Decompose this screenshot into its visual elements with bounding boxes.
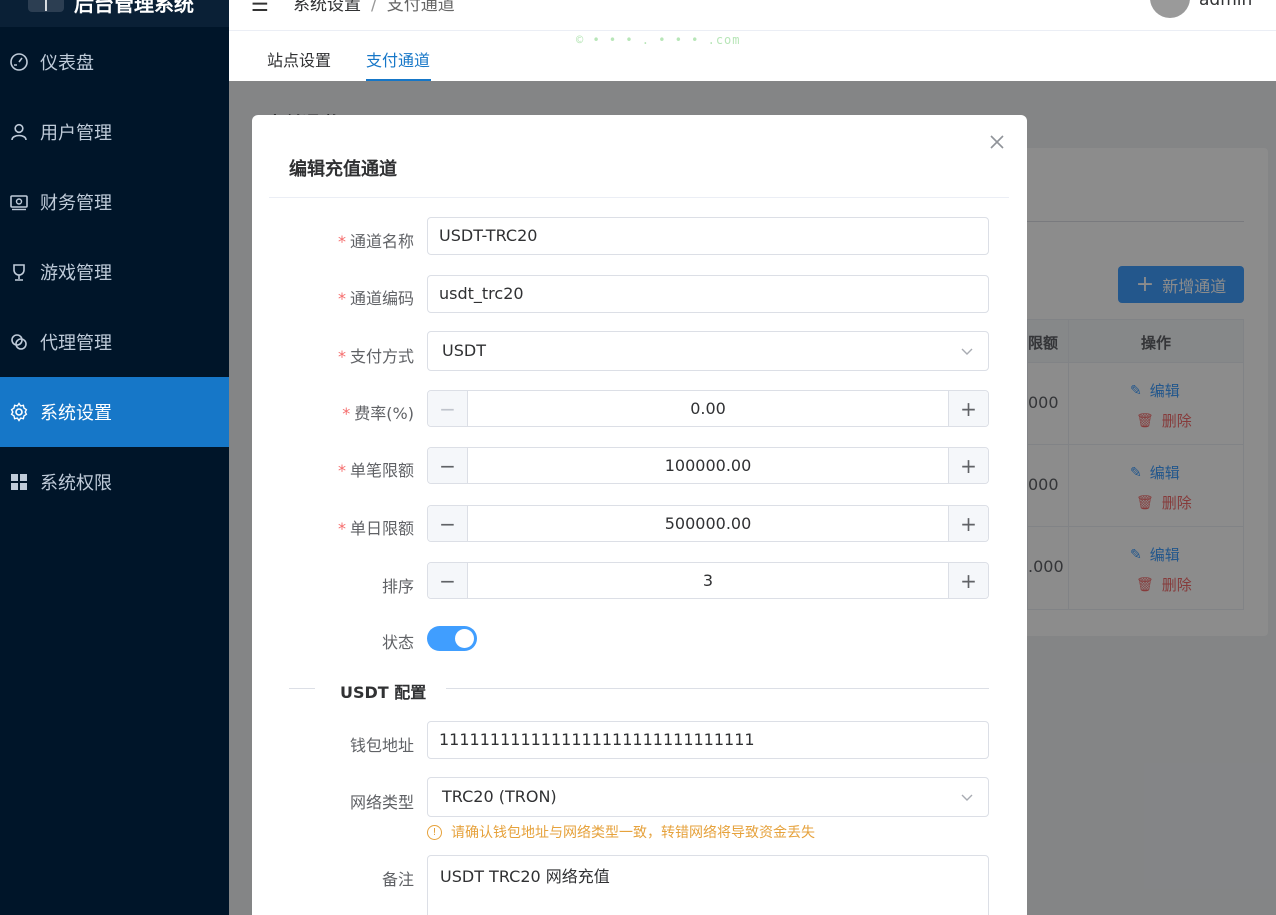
gear-icon [8, 401, 30, 423]
channel-name-input[interactable]: USDT-TRC20 [427, 217, 989, 255]
sort-value[interactable]: 3 [468, 563, 948, 598]
close-icon[interactable] [988, 133, 1006, 151]
sort-label: 排序 [381, 577, 414, 596]
sidebar-item-label: 财务管理 [40, 193, 112, 214]
daily-limit-stepper: − 500000.00 + [427, 505, 989, 542]
sidebar-item-permissions[interactable]: 系统权限 [0, 447, 229, 517]
top-header: ☰ 系统设置 / 支付通道 admin [229, 0, 1276, 30]
sidebar-item-dashboard[interactable]: 仪表盘 [0, 27, 229, 97]
grid-icon [8, 471, 30, 493]
user-icon [8, 121, 30, 143]
channel-code-label: * 通道编码 [337, 289, 414, 308]
channel-code-input[interactable]: usdt_trc20 [427, 275, 989, 313]
username[interactable]: admin [1199, 0, 1252, 10]
status-label: 状态 [381, 633, 414, 652]
required-mark: * [342, 404, 351, 423]
sidebar-item-label: 游戏管理 [40, 263, 112, 284]
dialog-title: 编辑充值通道 [289, 159, 397, 180]
sort-decrease-button[interactable]: − [428, 563, 468, 598]
sidebar-item-label: 用户管理 [40, 123, 112, 144]
fee-decrease-button[interactable]: − [428, 391, 468, 426]
edit-channel-dialog: 编辑充值通道 * 通道名称 USDT-TRC20 * 通道编码 usdt_trc20… [252, 115, 1027, 915]
watermark: © • • • . • • • .com [576, 33, 741, 47]
sidebar-item-games[interactable]: 游戏管理 [0, 237, 229, 307]
sidebar-item-label: 系统设置 [40, 403, 112, 424]
required-mark: * [337, 519, 346, 538]
sidebar: I 后台管理系统 仪表盘 用户管理 财务管理 游戏管理 代理管理 系统设置 系统… [0, 0, 229, 915]
breadcrumb: 系统设置 / 支付通道 [293, 0, 455, 15]
remark-textarea[interactable]: USDT TRC20 网络充值 [427, 855, 989, 915]
daily-limit-label: * 单日限额 [337, 519, 414, 538]
avatar[interactable] [1150, 0, 1190, 18]
single-limit-increase-button[interactable]: + [948, 448, 988, 483]
single-limit-label: * 单笔限额 [337, 461, 414, 480]
logo-text: 后台管理系统 [74, 0, 194, 16]
network-type-label: 网络类型 [349, 793, 414, 812]
status-toggle[interactable] [427, 626, 477, 651]
fee-rate-stepper: − 0.00 + [427, 390, 989, 427]
required-mark: * [337, 232, 346, 251]
toggle-knob [455, 629, 474, 648]
required-mark: * [337, 347, 346, 366]
chevron-down-icon [961, 348, 973, 355]
sidebar-item-label: 代理管理 [40, 333, 112, 354]
tabs-bar: 站点设置 支付通道 [229, 30, 1276, 81]
channel-name-label: * 通道名称 [337, 232, 414, 251]
hamburger-icon[interactable]: ☰ [251, 0, 269, 16]
fee-rate-label: * 费率(%) [342, 404, 414, 423]
sort-stepper: − 3 + [427, 562, 989, 599]
sidebar-item-settings[interactable]: 系统设置 [0, 377, 229, 447]
usdt-section-title: USDT 配置 [340, 683, 427, 702]
finance-icon [8, 191, 30, 213]
dashboard-icon [8, 51, 30, 73]
sidebar-item-label: 系统权限 [40, 473, 112, 494]
section-divider-right [446, 688, 989, 689]
sidebar-item-agents[interactable]: 代理管理 [0, 307, 229, 377]
network-type-select[interactable]: TRC20 (TRON) [427, 777, 989, 817]
remark-label: 备注 [381, 870, 414, 889]
section-divider-left [289, 688, 315, 689]
tab-site-settings[interactable]: 站点设置 [267, 47, 331, 71]
logo-icon: I [28, 0, 64, 15]
sidebar-item-finance[interactable]: 财务管理 [0, 167, 229, 237]
chevron-down-icon [961, 794, 973, 801]
payment-method-label: * 支付方式 [337, 347, 414, 366]
sidebar-logo: I 后台管理系统 [0, 0, 229, 27]
breadcrumb-separator: / [371, 0, 377, 15]
payment-method-value: USDT [442, 341, 486, 360]
sidebar-item-users[interactable]: 用户管理 [0, 97, 229, 167]
warning-text: 请确认钱包地址与网络类型一致，转错网络将导致资金丢失 [451, 825, 815, 841]
daily-limit-decrease-button[interactable]: − [428, 506, 468, 541]
network-warning: ! 请确认钱包地址与网络类型一致，转错网络将导致资金丢失 [427, 822, 815, 842]
single-limit-decrease-button[interactable]: − [428, 448, 468, 483]
sort-increase-button[interactable]: + [948, 563, 988, 598]
breadcrumb-current: 支付通道 [386, 0, 455, 15]
payment-method-select[interactable]: USDT [427, 331, 989, 371]
dialog-divider [269, 197, 1009, 198]
daily-limit-increase-button[interactable]: + [948, 506, 988, 541]
required-mark: * [337, 461, 346, 480]
required-mark: * [337, 289, 346, 308]
breadcrumb-root[interactable]: 系统设置 [293, 0, 361, 15]
warning-icon: ! [427, 824, 442, 840]
wallet-address-label: 钱包地址 [349, 736, 414, 755]
network-type-value: TRC20 (TRON) [442, 787, 557, 806]
wallet-address-input[interactable]: 1111111111111111111111111111111 [427, 721, 989, 759]
fee-rate-value[interactable]: 0.00 [468, 391, 948, 426]
fee-increase-button[interactable]: + [948, 391, 988, 426]
trophy-icon [8, 261, 30, 283]
daily-limit-value[interactable]: 500000.00 [468, 506, 948, 541]
single-limit-stepper: − 100000.00 + [427, 447, 989, 484]
agent-icon [8, 331, 30, 353]
tab-payment-channels[interactable]: 支付通道 [366, 47, 430, 71]
single-limit-value[interactable]: 100000.00 [468, 448, 948, 483]
sidebar-item-label: 仪表盘 [40, 53, 94, 74]
